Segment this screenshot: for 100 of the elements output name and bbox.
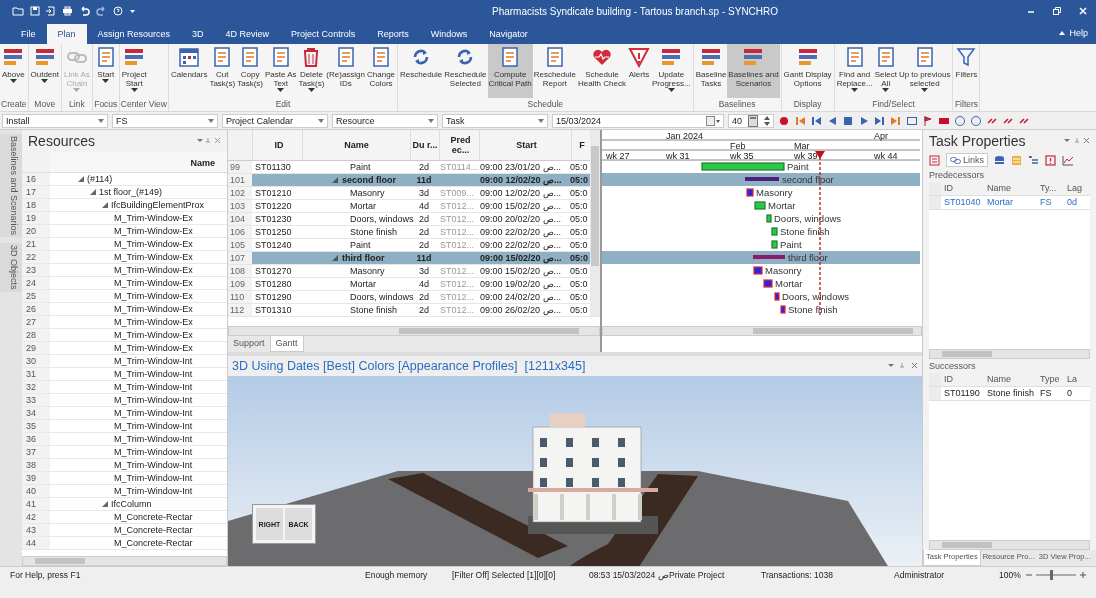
tree-item[interactable]: M_Trim-Window-Int: [114, 393, 193, 407]
tree-item[interactable]: 1st floor_(#149): [99, 185, 163, 199]
tree-item[interactable]: M_Trim-Window-Int: [114, 406, 193, 420]
tree-item[interactable]: M_Trim-Window-Ex: [114, 237, 193, 251]
slider-thumb[interactable]: [1050, 569, 1053, 580]
column-header[interactable]: Name: [984, 373, 1037, 386]
stop-icon[interactable]: [842, 114, 854, 127]
tree-item[interactable]: M_Trim-Window-Int: [114, 458, 193, 472]
column-header[interactable]: Name: [302, 130, 410, 160]
date-field[interactable]: 15/03/2024: [552, 113, 724, 128]
task-bar[interactable]: [754, 201, 766, 210]
column-header[interactable]: Ty...: [1037, 182, 1064, 195]
vertical-scrollbar[interactable]: [590, 130, 600, 316]
tree-item[interactable]: M_Trim-Window-Int: [114, 380, 193, 394]
tree-item[interactable]: M_Trim-Window-Ex: [114, 328, 193, 342]
tree-item[interactable]: M_Trim-Window-Ex: [114, 289, 193, 303]
tree-item[interactable]: M_Trim-Window-Int: [114, 354, 193, 368]
tree-item[interactable]: M_Concrete-Rectar: [114, 536, 193, 550]
expander-icon[interactable]: [332, 177, 338, 183]
stack-icon[interactable]: [994, 154, 1005, 166]
tree-item[interactable]: M_Trim-Window-Int: [114, 432, 193, 446]
hierarchy-icon[interactable]: [1028, 154, 1039, 166]
plus-icon[interactable]: [1079, 570, 1087, 579]
column-header[interactable]: Lag: [1064, 182, 1087, 195]
save-icon[interactable]: [30, 6, 40, 16]
ribbon-button[interactable]: Start: [93, 44, 118, 98]
tree-item[interactable]: M_Concrete-Rectar: [114, 510, 193, 524]
task-bar[interactable]: [766, 214, 772, 223]
expander-icon[interactable]: [332, 255, 338, 261]
ribbon-button[interactable]: Above: [1, 44, 26, 98]
ribbon-button[interactable]: Change Colors: [366, 44, 397, 98]
tree-item[interactable]: IfcColumn: [111, 497, 152, 511]
record-icon[interactable]: [778, 114, 790, 127]
ribbon-button[interactable]: Filters: [954, 44, 979, 98]
ribbon-tab[interactable]: 3D: [181, 24, 215, 44]
combo-box[interactable]: Resource: [332, 113, 438, 128]
combo-box[interactable]: Install: [2, 113, 108, 128]
tree-item[interactable]: M_Trim-Window-Ex: [114, 250, 193, 264]
column-header[interactable]: ID: [252, 130, 302, 160]
ribbon-button[interactable]: Reschedule Selected: [443, 44, 488, 98]
horizontal-scrollbar[interactable]: [602, 326, 922, 336]
horizontal-scrollbar[interactable]: [929, 540, 1090, 550]
skip-icon[interactable]: [874, 114, 886, 127]
ribbon-button[interactable]: Project Start: [120, 44, 148, 98]
task-bar[interactable]: [780, 305, 786, 314]
flag-icon[interactable]: [922, 114, 934, 127]
ribbon-tab[interactable]: Assign Resources: [86, 24, 182, 44]
ribbon-button[interactable]: Find and Replace...: [835, 44, 874, 98]
folder-icon[interactable]: [12, 6, 24, 16]
ribbon-button[interactable]: Update Progress...: [650, 44, 692, 98]
alert-icon[interactable]: [1045, 154, 1056, 166]
ribbon-button[interactable]: Select All: [873, 44, 898, 98]
side-tab[interactable]: Baselines and Scenarios: [0, 134, 22, 238]
column-header[interactable]: Name: [984, 182, 1037, 195]
ribbon-button[interactable]: Up to previous selected: [897, 44, 952, 98]
ribbon-button[interactable]: Baselines and Scenarios: [727, 44, 780, 98]
tree-item[interactable]: M_Trim-Window-Ex: [114, 302, 193, 316]
ribbon-button[interactable]: Copy Task(s): [236, 44, 264, 98]
combo-box[interactable]: FS: [112, 113, 218, 128]
column-header[interactable]: Start: [479, 130, 571, 160]
pin-icon[interactable]: [888, 362, 918, 370]
task-bar[interactable]: [763, 279, 773, 288]
form-icon[interactable]: [929, 154, 940, 166]
view-tab[interactable]: Gantt: [269, 336, 304, 352]
tree-item[interactable]: M_Trim-Window-Int: [114, 445, 193, 459]
help-link[interactable]: Help: [1069, 28, 1088, 38]
ribbon-button[interactable]: Delete Task(s): [297, 44, 326, 98]
loop-icon[interactable]: [906, 114, 918, 127]
ribbon-button[interactable]: Paste As Text: [263, 44, 298, 98]
task-bar[interactable]: [746, 188, 754, 197]
horizontal-scrollbar[interactable]: [929, 349, 1090, 359]
tree-item[interactable]: IfcBuildingElementProx: [111, 198, 205, 212]
tree-item[interactable]: M_Trim-Window-Int: [114, 484, 193, 498]
ribbon-tab[interactable]: Windows: [419, 24, 479, 44]
ribbon-button[interactable]: Baseline Tasks: [694, 44, 728, 98]
combo-box[interactable]: Task: [442, 113, 548, 128]
ribbon-button[interactable]: Cut Task(s): [208, 44, 237, 98]
ribbon-tab[interactable]: Navigator: [478, 24, 539, 44]
ribbon-button[interactable]: Calendars: [169, 44, 209, 98]
tree-item[interactable]: M_Trim-Window-Int: [114, 419, 193, 433]
ribbon-button[interactable]: Compute Critical Path: [487, 44, 533, 98]
tree-item[interactable]: M_Trim-Window-Ex: [114, 276, 193, 290]
play-icon[interactable]: [858, 114, 870, 127]
pin-icon[interactable]: [1064, 137, 1090, 145]
tree-item[interactable]: M_Trim-Window-Ex: [114, 315, 193, 329]
ribbon-tab[interactable]: 4D Review: [214, 24, 281, 44]
spinner-icon[interactable]: [764, 114, 770, 127]
ribbon-button[interactable]: Schedule Health Check: [576, 44, 627, 98]
column-header[interactable]: Type: [1037, 373, 1064, 386]
collapse-caret-icon[interactable]: [1058, 29, 1067, 37]
tree-item[interactable]: (#114): [87, 172, 113, 186]
tree-item[interactable]: M_Concrete-Rectar: [114, 523, 193, 537]
expander-icon[interactable]: [90, 189, 96, 195]
task-bar[interactable]: [771, 227, 778, 236]
import-icon[interactable]: [46, 6, 56, 16]
tree-item[interactable]: M_Trim-Window-Ex: [114, 211, 193, 225]
print-icon[interactable]: [62, 6, 73, 16]
ribbon-tab[interactable]: File: [10, 24, 47, 44]
ribbon-tab[interactable]: Plan: [46, 24, 87, 44]
number-field[interactable]: 40: [728, 113, 774, 128]
